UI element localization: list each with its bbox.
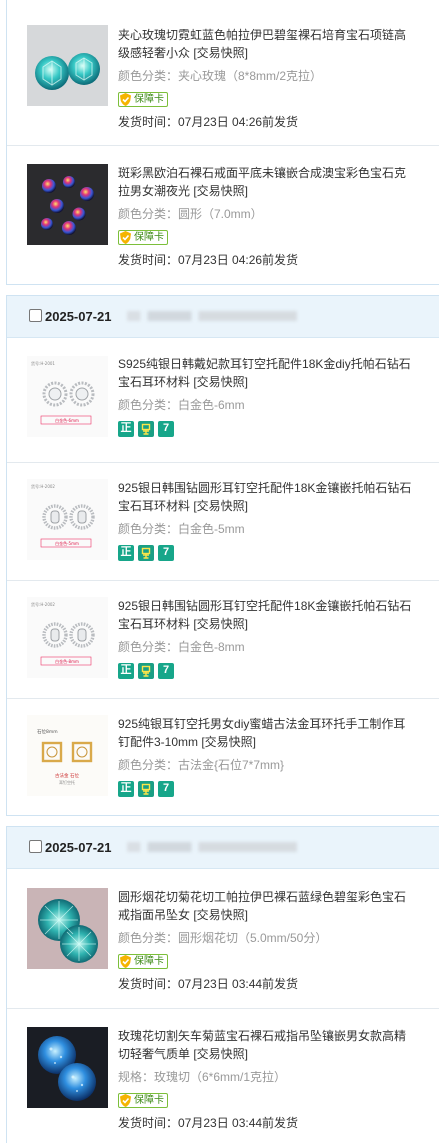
sku-text: 颜色分类：古法金{石位7*7mm} (118, 758, 285, 772)
order-date: 2025-07-21 (45, 309, 112, 324)
product-title-link[interactable]: 925银日韩围钻圆形耳钉空托配件18K金镶嵌托帕石钻石宝石耳环材料 [交易快照] (118, 597, 414, 633)
svg-text:货号:H-2001: 货号:H-2001 (31, 360, 55, 366)
shop-name-blurred[interactable] (127, 842, 297, 852)
guarantee-card-label: 保障卡 (134, 1095, 164, 1106)
sku-text: 颜色分类：白金色-8mm (118, 640, 245, 654)
product-quality-icon[interactable] (138, 662, 154, 679)
order-item: 货号:H-2002 白金色-5mm 925银日韩围钻圆形耳钉空托配件18K金镶嵌… (7, 463, 439, 581)
product-thumbnail[interactable] (27, 888, 108, 969)
product-thumbnail[interactable]: 货号:H-2002 白金色-8mm (27, 597, 108, 678)
genuine-icon[interactable]: 正 (118, 420, 134, 437)
product-quality-icon[interactable] (138, 780, 154, 797)
order-header: 2025-07-21 (7, 296, 439, 338)
product-title-link[interactable]: S925纯银日韩戴妃款耳钉空托配件18K金diy托帕石钻石宝石耳环材料 [交易快… (118, 355, 414, 391)
shop-name-blurred[interactable] (127, 311, 297, 321)
svg-text:货号:H-2002: 货号:H-2002 (31, 601, 55, 607)
product-thumbnail[interactable]: 石位8mm 古法金 石位 耳钉空托 (27, 715, 108, 796)
order-select-checkbox[interactable] (29, 309, 42, 322)
product-title-link[interactable]: 玫瑰花切割矢车菊蓝宝石裸石戒指吊坠镶嵌男女款高精切轻奢气质单 [交易快照] (118, 1027, 414, 1063)
guarantee-card-label: 保障卡 (134, 94, 164, 105)
thumb-caption: 白金色-8mm (55, 658, 79, 664)
sku-text: 颜色分类：白金色-5mm (118, 522, 245, 536)
sku-text: 颜色分类：白金色-6mm (118, 398, 245, 412)
guarantee-card-badge[interactable]: 保障卡 (118, 230, 168, 245)
svg-text:石位8mm: 石位8mm (37, 728, 58, 735)
order-card-2: 2025-07-21 货号:H-2001 白金色-6mm S925纯银日韩戴妃款… (6, 295, 439, 816)
order-header: 2025-07-21 (7, 827, 439, 869)
guarantee-card-badge[interactable]: 保障卡 (118, 1093, 168, 1108)
product-title-link[interactable]: 925银日韩围钻圆形耳钉空托配件18K金镶嵌托帕石钻石宝石耳环材料 [交易快照] (118, 479, 414, 515)
product-thumbnail[interactable] (27, 25, 108, 106)
genuine-icon[interactable]: 正 (118, 662, 134, 679)
product-thumbnail[interactable] (27, 164, 108, 245)
product-title-link[interactable]: 斑彩黑欧泊石裸石戒面平底未镶嵌合成澳宝彩色宝石克拉男女潮夜光 [交易快照] (118, 164, 414, 200)
guarantee-card-label: 保障卡 (134, 956, 164, 967)
order-item: 夹心玫瑰切霓虹蓝色帕拉伊巴碧玺裸石培育宝石项链高级感轻奢小众 [交易快照] 颜色… (7, 0, 439, 146)
shield-icon (120, 1093, 131, 1107)
genuine-icon[interactable]: 正 (118, 780, 134, 797)
thumb-caption: 白金色-6mm (55, 417, 79, 423)
shield-icon (120, 230, 131, 244)
thumb-caption: 白金色-5mm (55, 540, 79, 546)
product-thumbnail[interactable]: 货号:H-2002 白金色-5mm (27, 479, 108, 560)
product-title-link[interactable]: 夹心玫瑰切霓虹蓝色帕拉伊巴碧玺裸石培育宝石项链高级感轻奢小众 [交易快照] (118, 26, 414, 62)
shield-icon (120, 92, 131, 106)
sku-text: 颜色分类：夹心玫瑰（8*8mm/2克拉） (118, 69, 323, 83)
seven-day-return-icon[interactable]: 7 (158, 662, 174, 679)
genuine-icon[interactable]: 正 (118, 544, 134, 561)
order-item: 石位8mm 古法金 石位 耳钉空托 925纯银耳钉空托男女diy蜜蜡古法金耳环托… (7, 699, 439, 816)
guarantee-card-badge[interactable]: 保障卡 (118, 954, 168, 969)
order-item: 货号:H-2002 白金色-8mm 925银日韩围钻圆形耳钉空托配件18K金镶嵌… (7, 581, 439, 699)
sku-text: 规格：玫瑰切（6*6mm/1克拉） (118, 1070, 287, 1084)
ship-time: 发货时间：07月23日 03:44前发货 (118, 1116, 299, 1130)
ship-time: 发货时间：07月23日 04:26前发货 (118, 253, 299, 267)
product-thumbnail[interactable]: 货号:H-2001 白金色-6mm (27, 356, 108, 437)
order-item: 圆形烟花切菊花切工帕拉伊巴裸石蓝绿色碧玺彩色宝石戒指面吊坠女 [交易快照] 颜色… (7, 870, 439, 1009)
seven-day-return-icon[interactable]: 7 (158, 780, 174, 797)
order-item: 斑彩黑欧泊石裸石戒面平底未镶嵌合成澳宝彩色宝石克拉男女潮夜光 [交易快照] 颜色… (7, 146, 439, 284)
seven-day-return-icon[interactable]: 7 (158, 544, 174, 561)
product-title-link[interactable]: 925纯银耳钉空托男女diy蜜蜡古法金耳环托手工制作耳钉配件3-10mm [交易… (118, 715, 414, 751)
sku-text: 颜色分类：圆形（7.0mm） (118, 207, 263, 221)
order-select-checkbox[interactable] (29, 840, 42, 853)
product-quality-icon[interactable] (138, 420, 154, 437)
order-date: 2025-07-21 (45, 840, 112, 855)
product-title-link[interactable]: 圆形烟花切菊花切工帕拉伊巴裸石蓝绿色碧玺彩色宝石戒指面吊坠女 [交易快照] (118, 888, 414, 924)
order-item: 玫瑰花切割矢车菊蓝宝石裸石戒指吊坠镶嵌男女款高精切轻奢气质单 [交易快照] 规格… (7, 1009, 439, 1143)
product-thumbnail[interactable] (27, 1027, 108, 1108)
guarantee-card-label: 保障卡 (134, 232, 164, 243)
seven-day-return-icon[interactable]: 7 (158, 420, 174, 437)
order-card-1: 夹心玫瑰切霓虹蓝色帕拉伊巴碧玺裸石培育宝石项链高级感轻奢小众 [交易快照] 颜色… (6, 0, 439, 285)
order-item: 货号:H-2001 白金色-6mm S925纯银日韩戴妃款耳钉空托配件18K金d… (7, 339, 439, 463)
order-card-3: 2025-07-21 圆形烟花切菊花切工帕拉伊巴裸石蓝绿色碧玺彩色宝石戒指面吊坠… (6, 826, 439, 1143)
ship-time: 发货时间：07月23日 04:26前发货 (118, 115, 299, 129)
product-quality-icon[interactable] (138, 544, 154, 561)
shield-icon (120, 954, 131, 968)
sku-text: 颜色分类：圆形烟花切（5.0mm/50分） (118, 931, 328, 945)
svg-text:耳钉空托: 耳钉空托 (59, 779, 75, 785)
thumb-caption: 古法金 石位 (55, 772, 79, 779)
guarantee-card-badge[interactable]: 保障卡 (118, 92, 168, 107)
ship-time: 发货时间：07月23日 03:44前发货 (118, 977, 299, 991)
svg-text:货号:H-2002: 货号:H-2002 (31, 483, 55, 489)
